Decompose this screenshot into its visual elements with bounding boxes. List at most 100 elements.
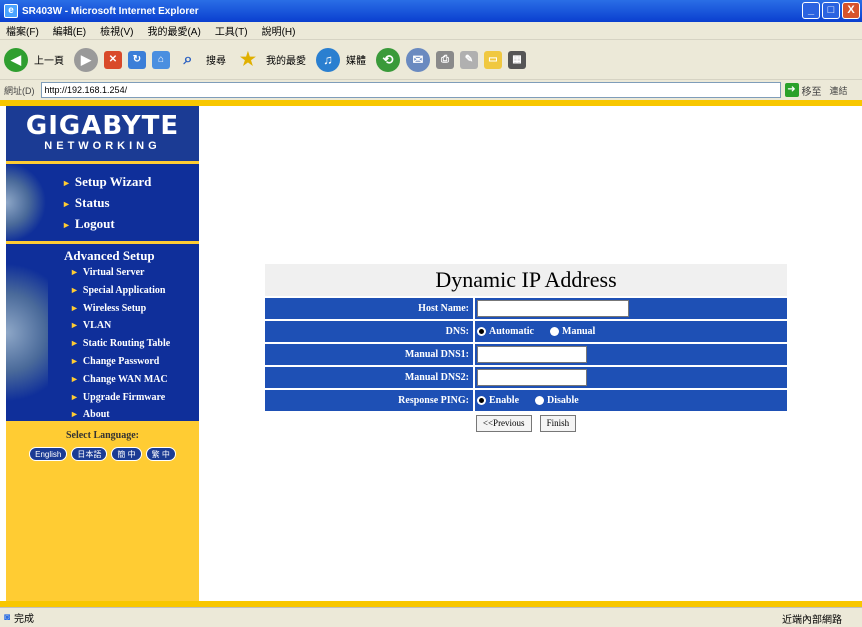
window-title: SR403W - Microsoft Internet Explorer	[22, 5, 199, 17]
status-text: 完成	[14, 614, 35, 625]
folder-icon[interactable]: ▭	[484, 50, 502, 69]
host-name-input[interactable]	[477, 300, 629, 317]
dns-automatic-radio[interactable]: Automatic	[477, 326, 534, 337]
globe-image	[6, 164, 48, 241]
arrow-icon: ►	[70, 284, 79, 295]
print-icon[interactable]: ⎙	[436, 50, 454, 69]
favorites-icon[interactable]: ★	[236, 48, 260, 72]
response-ping-label: Response PING:	[398, 395, 469, 406]
logo-subtext: NETWORKING	[44, 140, 161, 152]
arrow-icon: ►	[62, 220, 71, 230]
ping-enable-radio[interactable]: Enable	[477, 395, 519, 406]
page-content: GIGABYTE NETWORKING ► Setup Wizard ► Statu…	[0, 100, 862, 607]
host-name-row: Host Name:	[265, 296, 787, 319]
back-icon[interactable]: ◀	[4, 47, 28, 72]
radio-unselected-icon	[535, 396, 545, 405]
nav-upgrade-firmware[interactable]: ► Upgrade Firmware	[64, 389, 199, 407]
maximize-button[interactable]: □	[822, 2, 840, 19]
nav-logout[interactable]: ► Logout	[62, 214, 199, 235]
links-label[interactable]: 連結	[830, 84, 848, 97]
globe-image	[6, 244, 48, 421]
nav-setup-wizard[interactable]: ► Setup Wizard	[62, 172, 199, 193]
page-done-icon: ◙	[4, 612, 11, 623]
dns-row: DNS: Automatic Manual	[265, 319, 787, 342]
radio-selected-icon	[477, 327, 486, 336]
nav-change-wan-mac[interactable]: ► Change WAN MAC	[64, 371, 199, 389]
address-bar: 網址(D) http://192.168.1.254/ ➜ 移至 連結	[0, 80, 862, 100]
previous-button[interactable]: <<Previous	[475, 415, 532, 432]
ping-disable-radio[interactable]: Disable	[535, 395, 579, 406]
edit-icon[interactable]: ✎	[460, 50, 478, 69]
back-label[interactable]: 上一頁	[34, 52, 64, 67]
address-url: http://192.168.1.254/	[44, 85, 128, 95]
dynamic-ip-form: Dynamic IP Address Host Name: DNS: Autom…	[265, 264, 787, 432]
radio-selected-icon	[477, 396, 486, 405]
ie-icon: e	[4, 4, 18, 18]
minimize-button[interactable]: _	[802, 2, 820, 19]
favorites-label[interactable]: 我的最愛	[266, 52, 306, 67]
form-title: Dynamic IP Address	[265, 264, 787, 296]
language-label: Select Language:	[65, 430, 140, 441]
menu-favorites[interactable]: 我的最愛(A)	[147, 23, 200, 38]
home-icon[interactable]: ⌂	[152, 50, 170, 69]
menu-view[interactable]: 檢視(V)	[100, 23, 133, 38]
go-button[interactable]: ➜ 移至	[784, 83, 822, 98]
manual-dns2-input[interactable]	[477, 369, 587, 386]
manual-dns2-row: Manual DNS2:	[265, 365, 787, 388]
address-label: 網址(D)	[4, 85, 35, 96]
nav-special-application[interactable]: ► Special Application	[64, 282, 199, 300]
arrow-icon: ►	[62, 178, 71, 188]
refresh-icon[interactable]: ↻	[128, 50, 146, 69]
close-button[interactable]: X	[842, 2, 860, 19]
status-bar: ◙ 完成 近端內部網路	[0, 607, 862, 627]
forward-icon[interactable]: ▶	[74, 47, 98, 72]
nav-wireless-setup[interactable]: ► Wireless Setup	[64, 300, 199, 318]
lang-english-button[interactable]: English	[29, 447, 68, 461]
mail-icon[interactable]: ✉	[406, 47, 430, 72]
search-label[interactable]: 搜尋	[206, 52, 226, 67]
arrow-icon: ►	[62, 199, 71, 209]
arrow-icon: ►	[70, 267, 79, 277]
manual-dns1-input[interactable]	[477, 346, 587, 363]
finish-button[interactable]: Finish	[539, 415, 577, 432]
manual-dns1-label: Manual DNS1:	[404, 349, 469, 360]
menu-help[interactable]: 說明(H)	[262, 23, 296, 38]
menu-edit[interactable]: 編輯(E)	[53, 23, 86, 38]
advanced-nav: Advanced Setup ► Virtual Server ► Special …	[6, 244, 199, 424]
logo-text: GIGABYTE	[25, 111, 180, 141]
nav-change-password[interactable]: ► Change Password	[64, 353, 199, 371]
arrow-icon: ►	[70, 338, 79, 349]
main-nav: ► Setup Wizard ► Status ► Logout	[6, 164, 199, 244]
media-icon[interactable]: ♫	[316, 47, 340, 72]
nav-about[interactable]: ► About	[64, 406, 199, 424]
menu-tools[interactable]: 工具(T)	[215, 23, 248, 38]
nav-virtual-server[interactable]: ► Virtual Server	[64, 264, 199, 282]
advanced-setup-heading: Advanced Setup	[64, 248, 155, 263]
lang-japanese-button[interactable]: 日本語	[71, 447, 108, 461]
history-icon[interactable]: ⟲	[376, 47, 400, 72]
nav-static-routing[interactable]: ► Static Routing Table	[64, 335, 199, 353]
lang-simplified-button[interactable]: 簡 中	[111, 447, 142, 461]
arrow-icon: ►	[70, 302, 79, 313]
radio-unselected-icon	[550, 327, 559, 336]
arrow-icon: ►	[70, 409, 79, 420]
arrow-icon: ►	[70, 355, 79, 366]
messenger-icon[interactable]: ▦	[508, 50, 526, 69]
nav-status[interactable]: ► Status	[62, 193, 199, 214]
menu-bar: 檔案(F) 編輯(E) 檢視(V) 我的最愛(A) 工具(T) 說明(H)	[0, 22, 862, 40]
stop-icon[interactable]: ✕	[104, 50, 122, 69]
arrow-icon: ►	[70, 373, 79, 384]
lang-traditional-button[interactable]: 繁 中	[145, 447, 176, 461]
toolbar: ◀ 上一頁 ▶ ✕ ↻ ⌂ ⌕ 搜尋 ★ 我的最愛 ♫ 媒體 ⟲ ✉ ⎙ ✎ ▭…	[0, 40, 862, 80]
gigabyte-logo: GIGABYTE NETWORKING	[6, 106, 199, 164]
manual-dns1-row: Manual DNS1:	[265, 342, 787, 365]
go-label: 移至	[801, 86, 822, 98]
address-input[interactable]: http://192.168.1.254/	[40, 82, 781, 98]
search-icon[interactable]: ⌕	[176, 48, 200, 72]
go-arrow-icon: ➜	[784, 83, 799, 97]
dns-manual-radio[interactable]: Manual	[550, 326, 595, 337]
arrow-icon: ►	[70, 320, 79, 331]
media-label[interactable]: 媒體	[346, 52, 366, 67]
nav-vlan[interactable]: ► VLAN	[64, 317, 199, 335]
menu-file[interactable]: 檔案(F)	[6, 23, 39, 38]
